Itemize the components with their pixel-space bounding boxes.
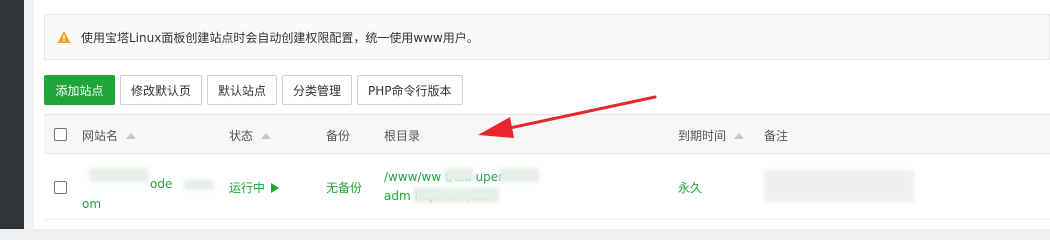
redacted-block — [89, 168, 149, 182]
redacted-block — [414, 188, 499, 202]
backup-link[interactable]: 无备份 — [326, 179, 362, 196]
column-name-label: 网站名 — [82, 129, 119, 143]
table-header: 网站名 状态 备份 根目录 到期时间 备注 — [44, 114, 1050, 154]
sort-up-icon[interactable] — [734, 132, 745, 139]
column-name-header[interactable]: 网站名 — [82, 127, 137, 144]
category-manage-button[interactable]: 分类管理 — [282, 75, 353, 105]
site-name-text-cont[interactable]: om — [82, 197, 101, 211]
add-site-button[interactable]: 添加站点 — [44, 75, 115, 105]
row-checkbox[interactable] — [54, 181, 67, 194]
toolbar: 添加站点 修改默认页 默认站点 分类管理 PHP命令行版本 — [44, 75, 463, 105]
php-cli-version-button[interactable]: PHP命令行版本 — [357, 75, 463, 105]
status-toggle[interactable]: 运行中 — [229, 179, 280, 196]
column-backup-label: 备份 — [326, 129, 351, 143]
select-all-checkbox[interactable] — [54, 128, 67, 141]
redacted-block — [184, 180, 214, 190]
sidebar-rail — [0, 0, 24, 229]
default-site-button[interactable]: 默认站点 — [207, 75, 278, 105]
redacted-block — [444, 168, 474, 182]
status-label: 运行中 — [229, 181, 266, 195]
main-panel: 使用宝塔Linux面板创建站点时会自动创建权限配置，统一使用www用户。 添加站… — [24, 0, 1050, 229]
sort-up-icon[interactable] — [126, 132, 137, 139]
site-name-text[interactable]: ode — [150, 177, 172, 191]
notice-text: 使用宝塔Linux面板创建站点时会自动创建权限配置，统一使用www用户。 — [81, 30, 479, 45]
play-icon — [271, 182, 280, 193]
column-status-header[interactable]: 状态 — [229, 127, 272, 144]
column-expire-header[interactable]: 到期时间 — [678, 127, 745, 144]
expire-value[interactable]: 永久 — [678, 179, 702, 196]
redacted-block — [499, 168, 539, 182]
sort-up-icon[interactable] — [261, 132, 272, 139]
column-expire-label: 到期时间 — [678, 129, 727, 143]
column-root-label: 根目录 — [384, 129, 421, 143]
site-list-content: 使用宝塔Linux面板创建站点时会自动创建权限配置，统一使用www用户。 添加站… — [34, 0, 1050, 229]
info-notice: 使用宝塔Linux面板创建站点时会自动创建权限配置，统一使用www用户。 — [44, 14, 1050, 60]
column-remark-label: 备注 — [764, 129, 789, 143]
edit-default-page-button[interactable]: 修改默认页 — [120, 75, 203, 105]
warning-icon — [57, 31, 71, 43]
table-row: ode om 运行中 无备份 /www/ww t/ala uper- adm h… — [44, 154, 1050, 220]
column-status-label: 状态 — [229, 129, 254, 143]
remark-field[interactable] — [764, 170, 914, 202]
